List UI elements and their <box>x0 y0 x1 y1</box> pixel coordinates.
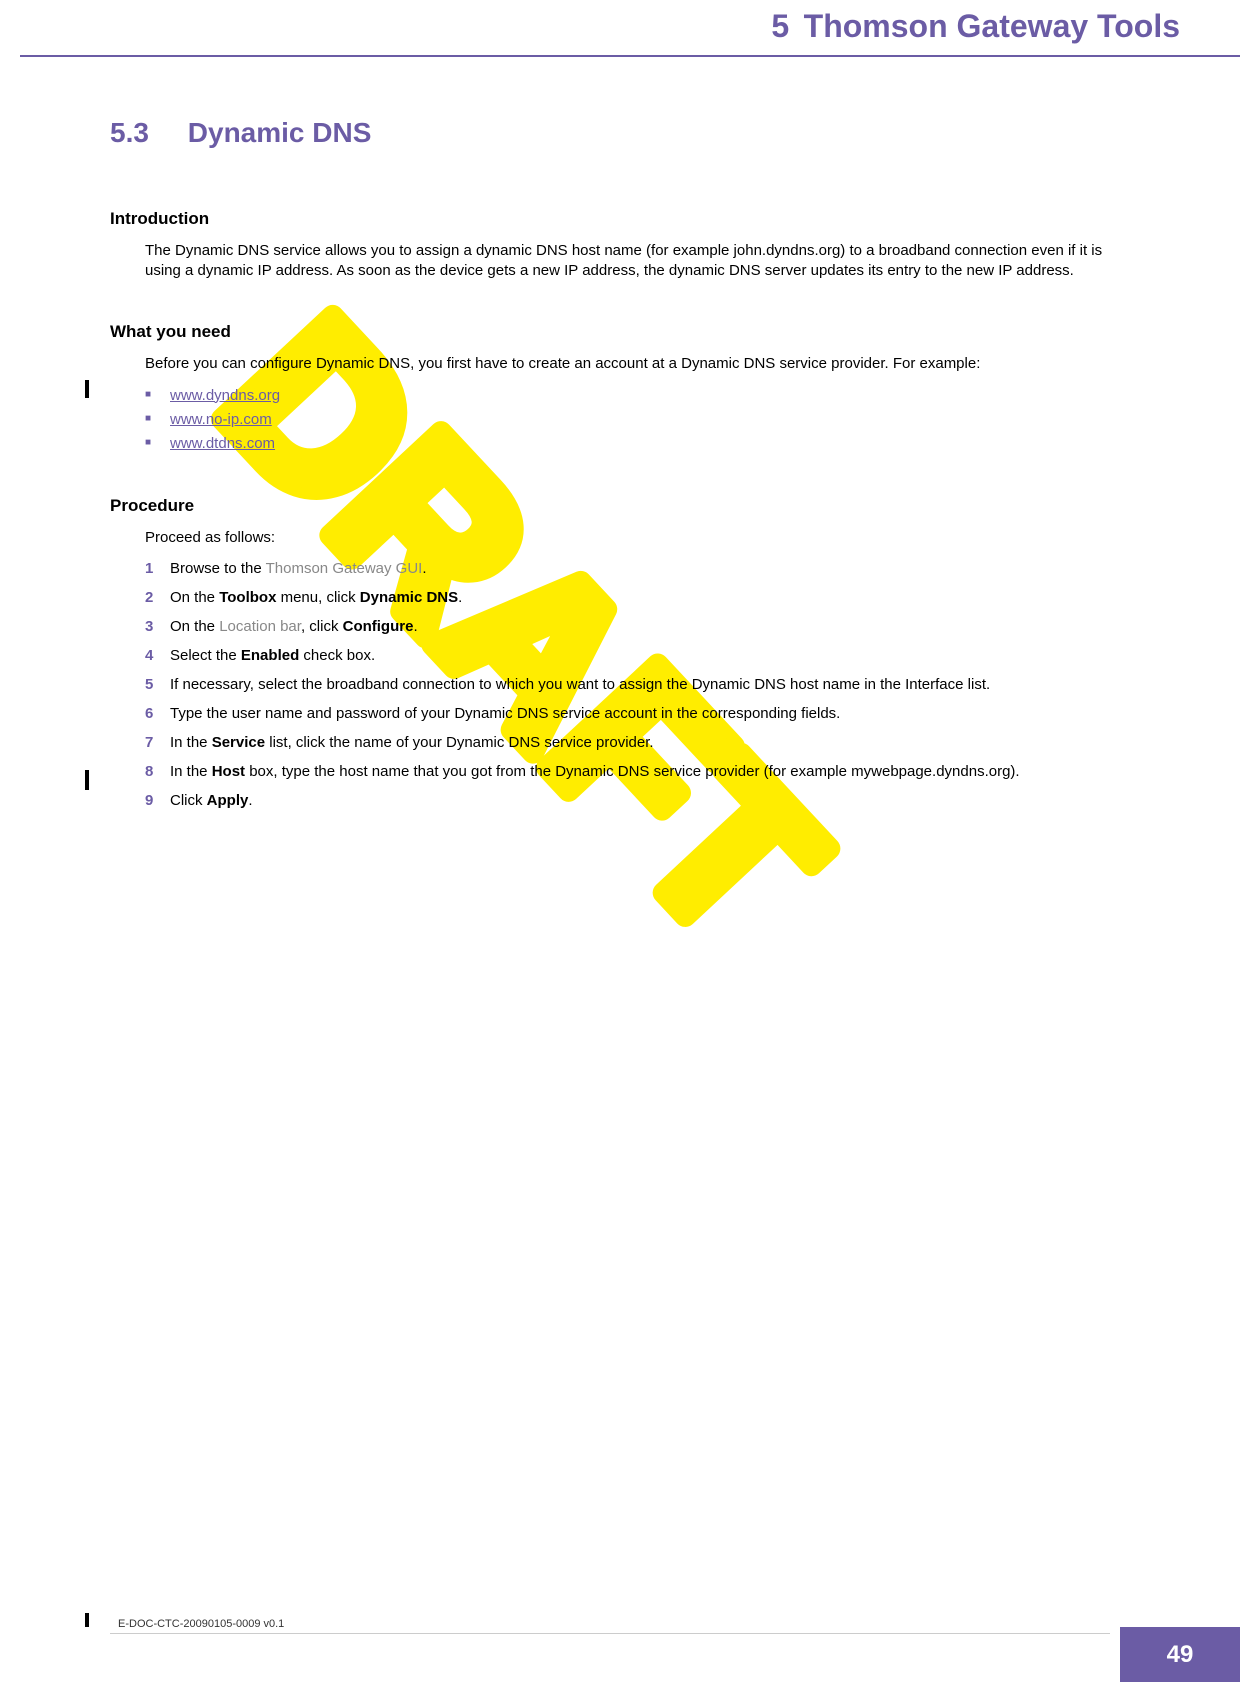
footer-rule <box>110 1633 1110 1634</box>
subsection-heading: Procedure <box>110 496 1140 516</box>
step-text: Type the user name and password of your … <box>170 705 840 722</box>
step-text: In the Host box, type the host name that… <box>170 763 1020 780</box>
step-text: On the Toolbox menu, click Dynamic DNS. <box>170 589 462 606</box>
location-bar-ref: Location bar <box>219 618 301 635</box>
footer-change-bar <box>85 1613 89 1627</box>
list-item: www.dtdns.com <box>145 432 1140 456</box>
step-item: 8In the Host box, type the host name tha… <box>145 761 1140 782</box>
step-item: 3On the Location bar, click Configure. <box>145 616 1140 637</box>
chapter-number: 5 <box>771 8 789 44</box>
page-content: 5.3 Dynamic DNS Introduction The Dynamic… <box>0 57 1240 811</box>
gui-link[interactable]: Thomson Gateway GUI <box>266 560 423 577</box>
step-item: 7In the Service list, click the name of … <box>145 732 1140 753</box>
step-item: 4Select the Enabled check box. <box>145 645 1140 666</box>
need-text: Before you can configure Dynamic DNS, yo… <box>145 354 1140 374</box>
step-item: 9Click Apply. <box>145 790 1140 811</box>
list-item: www.dyndns.org <box>145 384 1140 408</box>
procedure-lead: Proceed as follows: <box>110 528 1140 548</box>
provider-link[interactable]: www.dtdns.com <box>170 435 275 452</box>
step-text: Select the Enabled check box. <box>170 647 375 664</box>
change-bar <box>85 380 89 398</box>
provider-link[interactable]: www.dyndns.org <box>170 387 280 404</box>
footer-doc-id: E-DOC-CTC-20090105-0009 v0.1 <box>118 1618 284 1630</box>
procedure-steps: 1Browse to the Thomson Gateway GUI. 2On … <box>145 558 1140 811</box>
subsection-what-you-need: What you need Before you can configure D… <box>110 322 1140 456</box>
list-item: www.no-ip.com <box>145 408 1140 432</box>
chapter-title: Thomson Gateway Tools <box>804 8 1180 44</box>
provider-link-list: www.dyndns.org www.no-ip.com www.dtdns.c… <box>145 384 1140 456</box>
provider-link[interactable]: www.no-ip.com <box>170 411 272 428</box>
section-number: 5.3 <box>110 117 180 149</box>
step-item: 1Browse to the Thomson Gateway GUI. <box>145 558 1140 579</box>
section-title: Dynamic DNS <box>188 117 372 148</box>
subsection-heading: What you need <box>110 322 1140 342</box>
subsection-procedure: Procedure Proceed as follows: 1Browse to… <box>110 496 1140 811</box>
step-item: 5If necessary, select the broadband conn… <box>145 674 1140 695</box>
step-item: 2On the Toolbox menu, click Dynamic DNS. <box>145 587 1140 608</box>
subsection-introduction: Introduction The Dynamic DNS service all… <box>110 209 1140 282</box>
page-footer: E-DOC-CTC-20090105-0009 v0.1 49 <box>0 1612 1240 1682</box>
step-text: Click Apply. <box>170 792 253 809</box>
page-header: 5 Thomson Gateway Tools <box>0 0 1240 45</box>
step-item: 6Type the user name and password of your… <box>145 703 1140 724</box>
intro-text: The Dynamic DNS service allows you to as… <box>145 241 1140 282</box>
subsection-heading: Introduction <box>110 209 1140 229</box>
step-text: In the Service list, click the name of y… <box>170 734 654 751</box>
step-text: If necessary, select the broadband conne… <box>170 676 990 693</box>
page-number: 49 <box>1120 1627 1240 1682</box>
section-heading: 5.3 Dynamic DNS <box>110 117 1140 149</box>
change-bar <box>85 770 89 790</box>
